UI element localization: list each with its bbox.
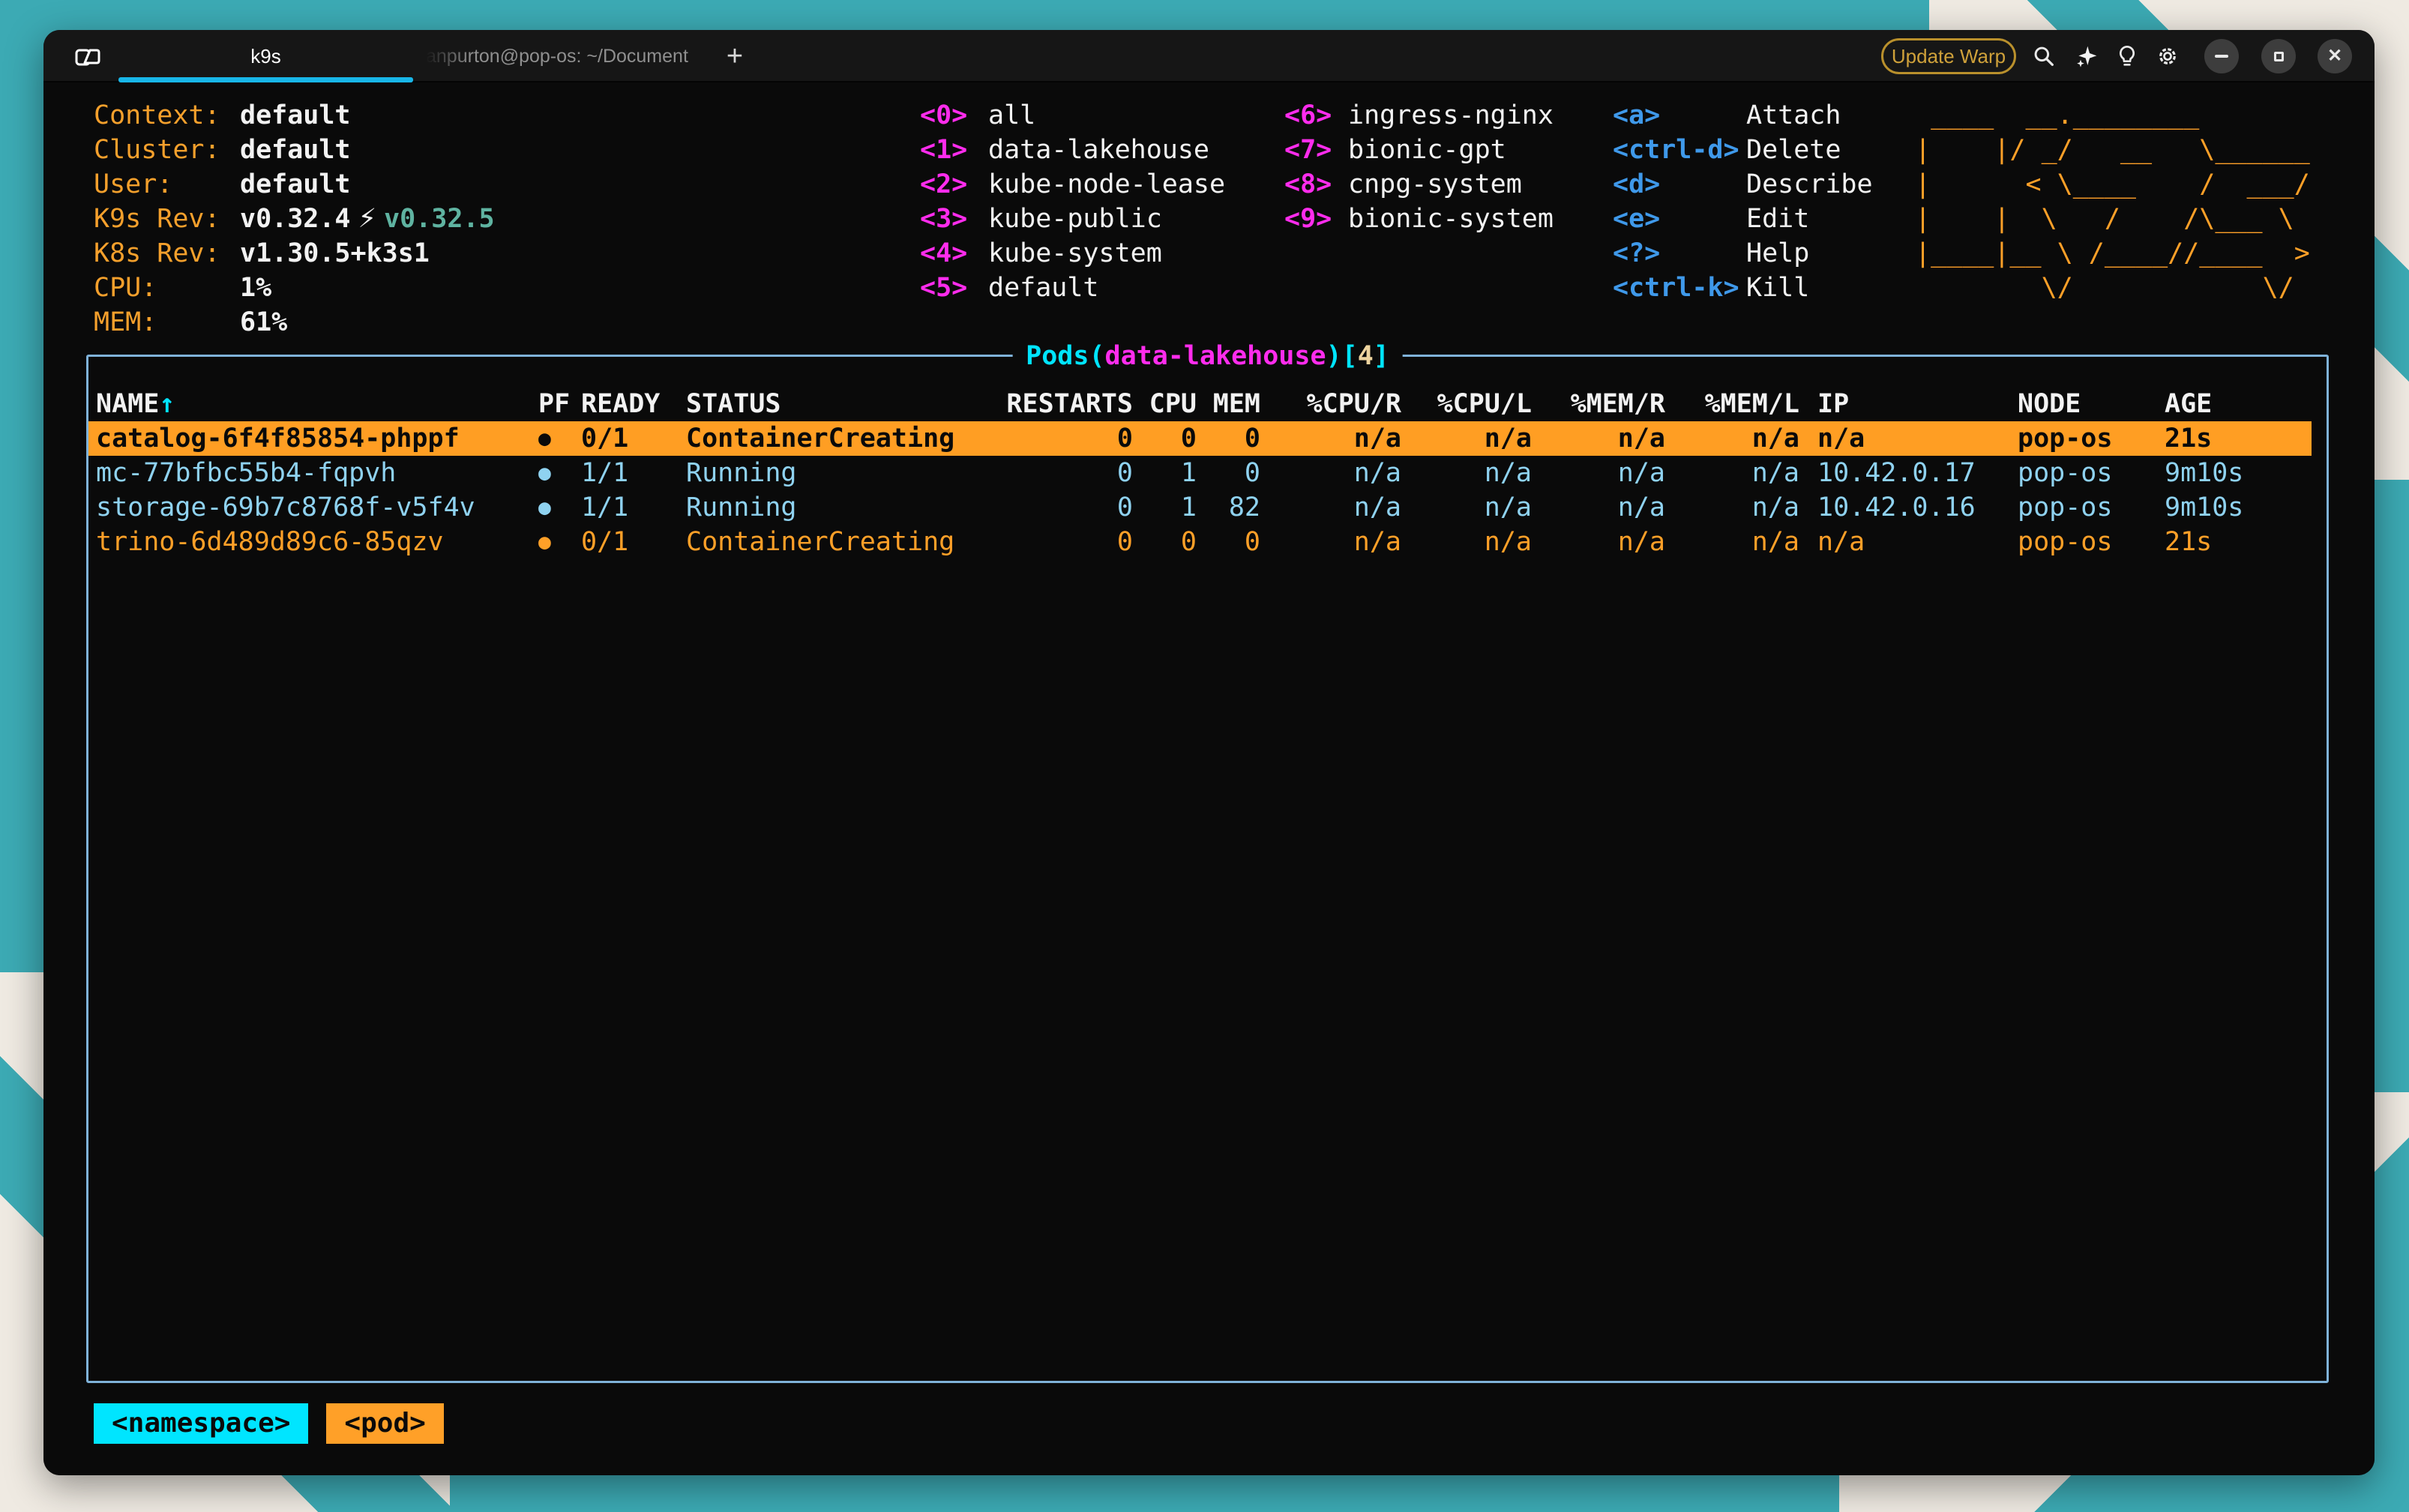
info-context: Context:default	[94, 98, 495, 133]
info-user: User:default	[94, 167, 495, 202]
hotkey-ns-kube-public[interactable]: <3>kube-public	[920, 202, 1225, 236]
column-header-cpu-r[interactable]: %CPU/R	[1260, 387, 1401, 421]
namespace-hotkeys-col2: <6>ingress-nginx <7>bionic-gpt <8>cnpg-s…	[1284, 98, 1554, 236]
ai-sparkle-icon[interactable]	[2072, 41, 2102, 71]
breadcrumb: <namespace> <pod>	[94, 1403, 444, 1444]
cluster-info-panel: Context:default Cluster:default User:def…	[94, 98, 495, 340]
close-button[interactable]: ✕	[2318, 39, 2352, 73]
sort-arrow-icon: ↑	[159, 389, 175, 419]
table-row-catalog[interactable]: catalog-6f4f85854-phppf ● 0/1 ContainerC…	[88, 421, 2312, 456]
info-cluster: Cluster:default	[94, 133, 495, 167]
pod-status-dot: ●	[538, 490, 572, 525]
hotkey-ns-bionic-gpt[interactable]: <7>bionic-gpt	[1284, 133, 1554, 167]
column-header-ip[interactable]: IP	[1799, 387, 2018, 421]
info-k8s-rev: K8s Rev:v1.30.5+k3s1	[94, 236, 495, 271]
hotkey-attach[interactable]: <a>Attach	[1613, 98, 1873, 133]
column-header-mem-r[interactable]: %MEM/R	[1532, 387, 1665, 421]
column-header-mem[interactable]: MEM	[1197, 387, 1260, 421]
hotkey-describe[interactable]: <d>Describe	[1613, 167, 1873, 202]
column-header-age[interactable]: AGE	[2165, 387, 2319, 421]
tabs-overview-icon[interactable]	[75, 46, 100, 67]
warp-terminal-window: k9s anpurton@pop-os: ~/Document + Update…	[43, 30, 2375, 1475]
column-header-ready[interactable]: READY	[572, 387, 677, 421]
upgrade-bolt-icon: ⚡	[351, 202, 385, 236]
hotkey-ns-kube-node-lease[interactable]: <2>kube-node-lease	[920, 167, 1225, 202]
pod-status-dot: ●	[538, 456, 572, 490]
tab-terminal-label: anpurton@pop-os: ~/Document	[426, 46, 688, 67]
pods-table: Pods(data-lakehouse)[4] NAME↑ PF READY S…	[86, 355, 2329, 1383]
hotkey-ns-ingress-nginx[interactable]: <6>ingress-nginx	[1284, 98, 1554, 133]
tab-bar: k9s anpurton@pop-os: ~/Document + Update…	[43, 30, 2375, 82]
hotkey-ns-data-lakehouse[interactable]: <1>data-lakehouse	[920, 133, 1225, 167]
hotkey-ns-default[interactable]: <5>default	[920, 271, 1225, 305]
k9s-terminal: Context:default Cluster:default User:def…	[43, 84, 2375, 1475]
hotkey-edit[interactable]: <e>Edit	[1613, 202, 1873, 236]
column-header-cpu[interactable]: CPU	[1133, 387, 1197, 421]
pod-status-dot: ●	[538, 421, 572, 456]
lightbulb-icon[interactable]	[2112, 41, 2142, 71]
crumb-namespace[interactable]: <namespace>	[94, 1403, 308, 1444]
hotkey-ns-bionic-system[interactable]: <9>bionic-system	[1284, 202, 1554, 236]
hotkey-ns-kube-system[interactable]: <4>kube-system	[920, 236, 1225, 271]
hotkey-ns-cnpg-system[interactable]: <8>cnpg-system	[1284, 167, 1554, 202]
info-cpu: CPU:1%	[94, 271, 495, 305]
hotkey-ns-all[interactable]: <0>all	[920, 98, 1225, 133]
k9s-ascii-logo: ____ __.________ | |/ _/ __ \______ | < …	[1915, 98, 2310, 305]
column-header-node[interactable]: NODE	[2018, 387, 2165, 421]
table-row-mc[interactable]: mc-77bfbc55b4-fqpvh ● 1/1 Running 0 1 0 …	[88, 456, 2327, 490]
info-k9s-rev: K9s Rev:v0.32.4⚡v0.32.5	[94, 202, 495, 236]
minimize-button[interactable]	[2204, 39, 2239, 73]
column-header-mem-l[interactable]: %MEM/L	[1665, 387, 1799, 421]
info-mem: MEM:61%	[94, 305, 495, 340]
table-row-trino[interactable]: trino-6d489d89c6-85qzv ● 0/1 ContainerCr…	[88, 525, 2327, 559]
maximize-button[interactable]	[2261, 39, 2296, 73]
tab-k9s-label: k9s	[250, 45, 280, 68]
new-tab-button[interactable]: +	[712, 30, 757, 82]
pods-table-title: Pods(data-lakehouse)[4]	[1012, 339, 1403, 373]
column-header-pf[interactable]: PF	[538, 387, 572, 421]
pod-status-dot: ●	[538, 525, 572, 559]
table-row-storage[interactable]: storage-69b7c8768f-v5f4v ● 1/1 Running 0…	[88, 490, 2327, 525]
crumb-pod[interactable]: <pod>	[326, 1403, 443, 1444]
settings-gear-icon[interactable]	[2153, 41, 2183, 71]
column-header-cpu-l[interactable]: %CPU/L	[1401, 387, 1532, 421]
command-hotkeys: <a>Attach <ctrl-d>Delete <d>Describe <e>…	[1613, 98, 1873, 305]
active-tab-underline	[118, 77, 413, 82]
table-header-row: NAME↑ PF READY STATUS RESTARTS CPU MEM %…	[88, 387, 2327, 421]
hotkey-kill[interactable]: <ctrl-k>Kill	[1613, 271, 1873, 305]
tab-terminal-session[interactable]: anpurton@pop-os: ~/Document	[396, 30, 741, 82]
namespace-hotkeys-col1: <0>all <1>data-lakehouse <2>kube-node-le…	[920, 98, 1225, 305]
hotkey-help[interactable]: <?>Help	[1613, 236, 1873, 271]
hotkey-delete[interactable]: <ctrl-d>Delete	[1613, 133, 1873, 167]
search-icon[interactable]	[2029, 41, 2059, 71]
column-header-restarts[interactable]: RESTARTS	[992, 387, 1133, 421]
column-header-name[interactable]: NAME↑	[96, 387, 538, 421]
update-warp-button[interactable]: Update Warp	[1881, 38, 2016, 74]
column-header-status[interactable]: STATUS	[677, 387, 992, 421]
tab-k9s[interactable]: k9s	[114, 30, 418, 82]
